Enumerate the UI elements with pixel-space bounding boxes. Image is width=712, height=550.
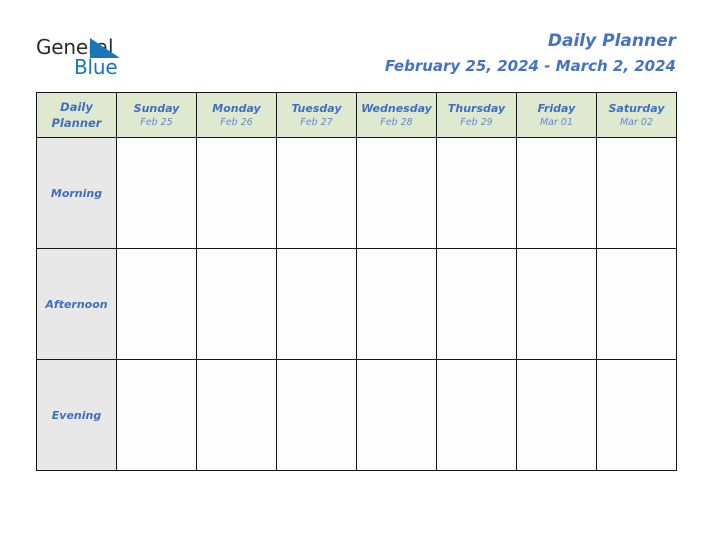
- slot-afternoon-friday[interactable]: [516, 248, 597, 360]
- day-name: Tuesday: [291, 101, 342, 115]
- day-date: Feb 28: [380, 116, 413, 128]
- slot-evening-saturday[interactable]: [596, 359, 677, 471]
- day-date: Feb 25: [140, 116, 173, 128]
- slot-morning-saturday[interactable]: [596, 137, 677, 249]
- day-name: Saturday: [608, 101, 665, 115]
- row-label-text: Morning: [50, 186, 103, 200]
- row-label-morning: Morning: [36, 137, 117, 249]
- planner-row-evening: Evening: [36, 359, 677, 471]
- slot-afternoon-thursday[interactable]: [436, 248, 517, 360]
- day-name: Sunday: [133, 101, 180, 115]
- slot-afternoon-sunday[interactable]: [116, 248, 197, 360]
- slot-evening-thursday[interactable]: [436, 359, 517, 471]
- corner-label-line1: Daily: [60, 100, 93, 114]
- slot-evening-wednesday[interactable]: [356, 359, 437, 471]
- slot-afternoon-tuesday[interactable]: [276, 248, 357, 360]
- corner-cell: Daily Planner: [36, 92, 117, 138]
- slot-morning-tuesday[interactable]: [276, 137, 357, 249]
- slot-evening-sunday[interactable]: [116, 359, 197, 471]
- slot-morning-friday[interactable]: [516, 137, 597, 249]
- day-date: Feb 27: [300, 116, 333, 128]
- logo-word-blue: Blue: [74, 55, 118, 79]
- day-date: Feb 29: [460, 116, 493, 128]
- planner-table: Daily Planner Sunday Feb 25 Monday Feb 2…: [36, 92, 677, 471]
- daily-planner-page: General Blue Daily Planner February 25, …: [0, 0, 712, 550]
- day-header-tuesday: Tuesday Feb 27: [276, 92, 357, 138]
- day-name: Monday: [212, 101, 261, 115]
- title-block: Daily Planner February 25, 2024 - March …: [385, 30, 676, 77]
- header-row: Daily Planner Sunday Feb 25 Monday Feb 2…: [36, 92, 677, 138]
- day-date: Mar 02: [619, 116, 654, 128]
- day-date: Mar 01: [539, 116, 574, 128]
- row-label-evening: Evening: [36, 359, 117, 471]
- row-label-afternoon: Afternoon: [36, 248, 117, 360]
- slot-evening-tuesday[interactable]: [276, 359, 357, 471]
- slot-morning-wednesday[interactable]: [356, 137, 437, 249]
- day-header-monday: Monday Feb 26: [196, 92, 277, 138]
- planner-row-morning: Morning: [36, 137, 677, 249]
- day-header-saturday: Saturday Mar 02: [596, 92, 677, 138]
- planner-table-head: Daily Planner Sunday Feb 25 Monday Feb 2…: [36, 92, 677, 138]
- day-header-wednesday: Wednesday Feb 28: [356, 92, 437, 138]
- slot-afternoon-wednesday[interactable]: [356, 248, 437, 360]
- row-label-text: Afternoon: [45, 297, 108, 311]
- planner-table-body: Morning Afternoon Evening: [36, 137, 677, 471]
- row-label-text: Evening: [51, 408, 102, 422]
- day-header-thursday: Thursday Feb 29: [436, 92, 517, 138]
- day-name: Thursday: [447, 101, 506, 115]
- page-header: General Blue Daily Planner February 25, …: [0, 0, 712, 92]
- slot-evening-friday[interactable]: [516, 359, 597, 471]
- day-name: Wednesday: [361, 101, 432, 115]
- day-header-sunday: Sunday Feb 25: [116, 92, 197, 138]
- slot-afternoon-monday[interactable]: [196, 248, 277, 360]
- day-name: Friday: [537, 101, 576, 115]
- date-range-subtitle: February 25, 2024 - March 2, 2024: [384, 57, 676, 75]
- planner-row-afternoon: Afternoon: [36, 248, 677, 360]
- page-title: Daily Planner: [547, 31, 676, 51]
- slot-morning-monday[interactable]: [196, 137, 277, 249]
- corner-label-line2: Planner: [51, 116, 102, 130]
- day-header-friday: Friday Mar 01: [516, 92, 597, 138]
- slot-afternoon-saturday[interactable]: [596, 248, 677, 360]
- slot-morning-thursday[interactable]: [436, 137, 517, 249]
- slot-morning-sunday[interactable]: [116, 137, 197, 249]
- general-blue-logo: General Blue: [36, 36, 206, 80]
- slot-evening-monday[interactable]: [196, 359, 277, 471]
- day-date: Feb 26: [220, 116, 253, 128]
